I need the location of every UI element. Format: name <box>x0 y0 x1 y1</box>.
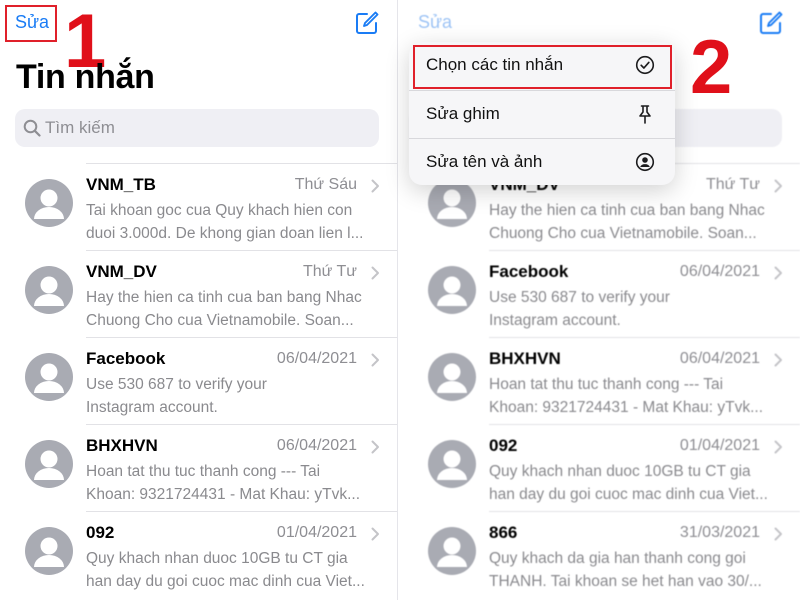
message-sender: 092 <box>489 436 518 455</box>
message-list: VNM_DV Thứ Tư Hay the hien ca tinh cua b… <box>403 163 800 598</box>
message-sender: VNM_DV <box>86 262 157 281</box>
avatar-icon <box>428 266 476 314</box>
message-preview: Use 530 687 to verify your Instagram acco… <box>86 376 267 416</box>
avatar-icon <box>428 527 476 575</box>
search-input[interactable] <box>45 109 345 147</box>
message-sender: BHXHVN <box>489 349 561 368</box>
message-preview: Tai khoan goc cua Quy khach hien con duoi… <box>86 202 364 242</box>
chevron-right-icon <box>371 440 379 454</box>
message-date: 06/04/2021 <box>679 350 760 367</box>
chevron-right-icon <box>371 179 379 193</box>
avatar-icon <box>25 266 73 314</box>
message-row[interactable]: 092 01/04/2021 Quy khach nhan duoc 10GB … <box>0 511 397 598</box>
chevron-right-icon <box>774 179 782 193</box>
compose-icon[interactable] <box>354 10 380 36</box>
highlight-box-edit <box>5 5 57 42</box>
search-icon <box>23 119 41 137</box>
chevron-right-icon <box>371 527 379 541</box>
message-date: Thứ Tư <box>302 263 357 280</box>
message-date: Thứ Sáu <box>294 176 357 193</box>
message-preview: Quy khach da gia han thanh cong goi THANH… <box>489 550 762 590</box>
message-row[interactable]: Facebook 06/04/2021 Use 530 687 to verif… <box>403 250 800 337</box>
person-circle-icon <box>635 152 655 172</box>
message-date: 06/04/2021 <box>276 350 357 367</box>
message-sender: Facebook <box>86 349 166 368</box>
avatar-icon <box>25 440 73 488</box>
pin-icon <box>639 105 651 124</box>
chevron-right-icon <box>774 527 782 541</box>
message-preview: Hay the hien ca tinh cua ban bang Nhac Ch… <box>86 289 362 329</box>
message-preview: Use 530 687 to verify your Instagram acco… <box>489 289 670 329</box>
message-date: 06/04/2021 <box>276 437 357 454</box>
menu-item-label: Sửa ghim <box>426 104 500 123</box>
message-date: 01/04/2021 <box>276 524 357 541</box>
message-preview: Hoan tat thu tuc thanh cong --- Tai Khoan… <box>489 376 764 416</box>
message-row[interactable]: VNM_TB Thứ Sáu Tai khoan goc cua Quy kha… <box>0 163 397 250</box>
compose-icon[interactable] <box>758 10 784 36</box>
message-sender: 092 <box>86 523 115 542</box>
avatar-icon <box>428 353 476 401</box>
chevron-right-icon <box>371 266 379 280</box>
message-row[interactable]: 866 31/03/2021 Quy khach da gia han than… <box>403 511 800 598</box>
message-row[interactable]: BHXHVN 06/04/2021 Hoan tat thu tuc thanh… <box>403 337 800 424</box>
message-sender: VNM_TB <box>86 175 156 194</box>
chevron-right-icon <box>371 353 379 367</box>
message-row[interactable]: VNM_DV Thứ Tư Hay the hien ca tinh cua b… <box>0 250 397 337</box>
avatar-icon <box>428 440 476 488</box>
message-sender: 866 <box>489 523 518 542</box>
menu-item-label: Sửa tên và ảnh <box>426 152 543 171</box>
chevron-right-icon <box>774 353 782 367</box>
chevron-right-icon <box>774 440 782 454</box>
message-sender: Facebook <box>489 262 569 281</box>
message-preview: Hay the hien ca tinh cua ban bang Nhac Ch… <box>489 202 765 242</box>
message-list: VNM_TB Thứ Sáu Tai khoan goc cua Quy kha… <box>0 163 397 598</box>
avatar-icon <box>428 179 476 227</box>
chevron-right-icon <box>774 266 782 280</box>
highlight-box-select-messages <box>413 45 672 89</box>
message-date: 01/04/2021 <box>679 437 760 454</box>
message-preview: Hoan tat thu tuc thanh cong --- Tai Khoan… <box>86 463 361 503</box>
message-row[interactable]: Facebook 06/04/2021 Use 530 687 to verif… <box>0 337 397 424</box>
message-date: 31/03/2021 <box>679 524 760 541</box>
messages-screen-step-1: Sửa 1 Tin nhắn VNM_TB Thứ Sáu Tai khoan … <box>0 0 397 600</box>
message-date: Thứ Tư <box>705 176 760 193</box>
search-bar[interactable] <box>15 109 379 147</box>
message-date: 06/04/2021 <box>679 263 760 280</box>
avatar-icon <box>25 353 73 401</box>
edit-button[interactable]: Sửa <box>418 12 452 33</box>
message-sender: BHXHVN <box>86 436 158 455</box>
avatar-icon <box>25 527 73 575</box>
message-row[interactable]: BHXHVN 06/04/2021 Hoan tat thu tuc thanh… <box>0 424 397 511</box>
menu-item-edit-name-photo[interactable]: Sửa tên và ảnh <box>409 138 675 185</box>
message-row[interactable]: 092 01/04/2021 Quy khach nhan duoc 10GB … <box>403 424 800 511</box>
menu-item-edit-pins[interactable]: Sửa ghim <box>409 90 675 137</box>
message-preview: Quy khach nhan duoc 10GB tu CT gia han da… <box>489 463 768 503</box>
avatar-icon <box>25 179 73 227</box>
page-title: Tin nhắn <box>16 58 155 96</box>
step-number-2: 2 <box>690 25 733 110</box>
message-preview: Quy khach nhan duoc 10GB tu CT gia han da… <box>86 550 365 590</box>
